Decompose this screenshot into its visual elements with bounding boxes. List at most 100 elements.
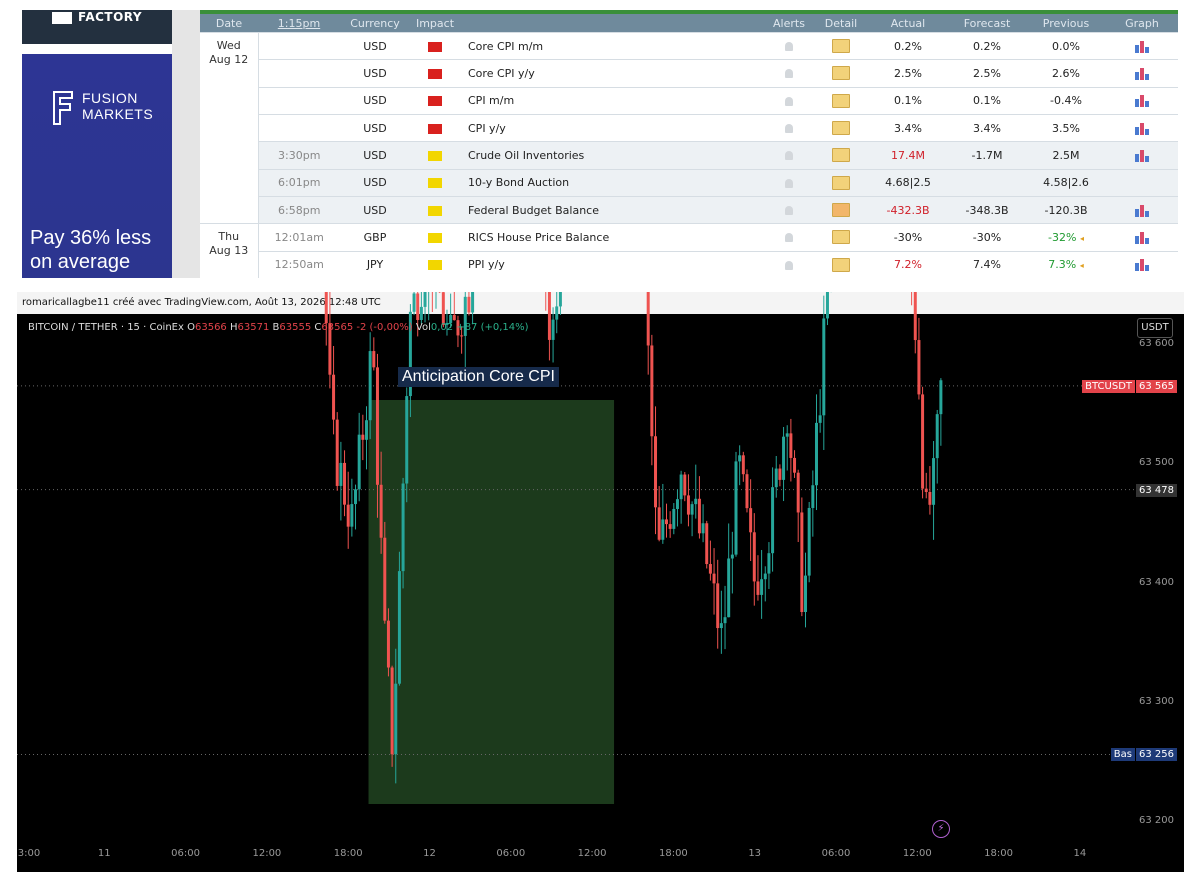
bar-chart-icon[interactable] <box>1135 95 1149 108</box>
bell-icon[interactable] <box>785 124 793 134</box>
currency-button[interactable]: USDT <box>1137 318 1173 338</box>
detail-folder-icon[interactable] <box>832 39 850 54</box>
row-graph[interactable] <box>1106 113 1178 142</box>
row-previous: -120.3B <box>1026 195 1106 224</box>
site-logo[interactable]: FACTORY <box>22 10 172 44</box>
row-detail[interactable] <box>814 31 868 60</box>
bar-chart-icon[interactable] <box>1135 149 1149 162</box>
impact-folder-icon <box>428 96 442 107</box>
row-graph[interactable] <box>1106 59 1178 88</box>
calendar-row[interactable]: USD CPI m/m 0.1% 0.1% -0.4% <box>200 86 1178 115</box>
row-detail[interactable] <box>814 223 868 252</box>
candle-body <box>357 434 361 490</box>
row-event[interactable]: CPI y/y <box>460 113 764 142</box>
row-graph[interactable] <box>1106 168 1178 197</box>
chart-canvas[interactable] <box>17 292 1184 872</box>
row-detail[interactable] <box>814 168 868 197</box>
row-event[interactable]: Core CPI m/m <box>460 31 764 60</box>
detail-folder-icon[interactable] <box>832 203 850 218</box>
row-alert[interactable] <box>764 223 814 252</box>
calendar-row[interactable]: 6:01pm USD 10-y Bond Auction 4.68|2.5 4.58|2… <box>200 168 1178 197</box>
column-header[interactable]: 1:15pm <box>258 14 340 33</box>
detail-folder-icon[interactable] <box>832 121 850 136</box>
bell-icon[interactable] <box>785 151 793 161</box>
bar-chart-icon[interactable] <box>1135 231 1149 244</box>
row-impact <box>410 59 460 88</box>
candle-body <box>558 292 562 307</box>
bar-chart-icon[interactable] <box>1135 40 1149 53</box>
impact-folder-icon <box>428 260 442 271</box>
candle-body <box>375 367 379 485</box>
row-graph[interactable] <box>1106 223 1178 252</box>
row-event[interactable]: RICS House Price Balance <box>460 223 764 252</box>
row-detail[interactable] <box>814 86 868 115</box>
row-alert[interactable] <box>764 250 814 278</box>
bar-chart-icon[interactable] <box>1135 67 1149 80</box>
calendar-row[interactable]: 12:50am JPY PPI y/y 7.2% 7.4% 7.3% ◂ <box>200 250 1178 278</box>
calendar-row[interactable]: 6:58pm USD Federal Budget Balance -432.3B -3… <box>200 195 1178 224</box>
detail-folder-icon[interactable] <box>832 175 850 190</box>
row-alert[interactable] <box>764 141 814 170</box>
row-event[interactable]: Crude Oil Inventories <box>460 141 764 170</box>
row-alert[interactable] <box>764 195 814 224</box>
row-time: 6:58pm <box>258 195 340 224</box>
bar-chart-icon[interactable] <box>1135 122 1149 135</box>
bell-icon[interactable] <box>785 260 793 270</box>
calendar-row[interactable]: USD CPI y/y 3.4% 3.4% 3.5% <box>200 113 1178 142</box>
row-event[interactable]: 10-y Bond Auction <box>460 168 764 197</box>
detail-folder-icon[interactable] <box>832 66 850 81</box>
calendar-row[interactable]: USD Core CPI y/y 2.5% 2.5% 2.6% <box>200 59 1178 88</box>
candle-body <box>917 340 921 395</box>
lightning-icon[interactable]: ⚡ <box>932 820 950 838</box>
calendar-row[interactable]: Thu Aug 13 12:01am GBP RICS House Price Bala… <box>200 223 1178 278</box>
row-alert[interactable] <box>764 86 814 115</box>
detail-folder-icon[interactable] <box>832 93 850 108</box>
row-currency: JPY <box>340 250 410 278</box>
row-graph[interactable] <box>1106 195 1178 224</box>
row-previous: 2.6% <box>1026 59 1106 88</box>
detail-folder-icon[interactable] <box>832 230 850 245</box>
detail-folder-icon[interactable] <box>832 257 850 272</box>
candle-body <box>782 436 786 480</box>
row-event[interactable]: Federal Budget Balance <box>460 195 764 224</box>
candle-body <box>818 415 822 423</box>
bell-icon[interactable] <box>785 42 793 52</box>
calendar-row[interactable]: Wed Aug 12 USD Core CPI m/m 0.2% 0.2% 0.0% <box>200 31 1178 224</box>
price-tick-label: 63 200 <box>1139 815 1174 827</box>
row-currency: USD <box>340 113 410 142</box>
bell-icon[interactable] <box>785 178 793 188</box>
row-forecast: 0.1% <box>948 86 1026 115</box>
row-previous: 4.58|2.6 <box>1026 168 1106 197</box>
row-graph[interactable] <box>1106 141 1178 170</box>
advertisement-banner[interactable]: FUSION MARKETS Pay 36% less on average <box>22 54 172 278</box>
candle-body <box>383 537 387 621</box>
row-alert[interactable] <box>764 59 814 88</box>
row-event[interactable]: PPI y/y <box>460 250 764 278</box>
row-event[interactable]: CPI m/m <box>460 86 764 115</box>
row-detail[interactable] <box>814 113 868 142</box>
bar-chart-icon[interactable] <box>1135 204 1149 217</box>
row-alert[interactable] <box>764 113 814 142</box>
detail-folder-icon[interactable] <box>832 148 850 163</box>
time-tick-label: 18:00 <box>984 848 1014 859</box>
bar-chart-icon[interactable] <box>1135 259 1149 272</box>
row-graph[interactable] <box>1106 31 1178 60</box>
row-alert[interactable] <box>764 31 814 60</box>
bell-icon[interactable] <box>785 206 793 216</box>
row-alert[interactable] <box>764 168 814 197</box>
calendar-row[interactable]: 3:30pm USD Crude Oil Inventories 17.4M -1.7M… <box>200 141 1178 170</box>
bell-icon[interactable] <box>785 233 793 243</box>
row-event[interactable]: Core CPI y/y <box>460 59 764 88</box>
row-graph[interactable] <box>1106 86 1178 115</box>
row-graph[interactable] <box>1106 250 1178 278</box>
candle-body <box>397 571 401 684</box>
candle-body <box>405 396 409 484</box>
price-chart[interactable]: romaricallagbe11 créé avec TradingView.c… <box>17 292 1184 872</box>
row-detail[interactable] <box>814 250 868 278</box>
bell-icon[interactable] <box>785 69 793 79</box>
row-detail[interactable] <box>814 195 868 224</box>
row-actual: 3.4% <box>868 113 948 142</box>
row-detail[interactable] <box>814 141 868 170</box>
bell-icon[interactable] <box>785 96 793 106</box>
row-detail[interactable] <box>814 59 868 88</box>
